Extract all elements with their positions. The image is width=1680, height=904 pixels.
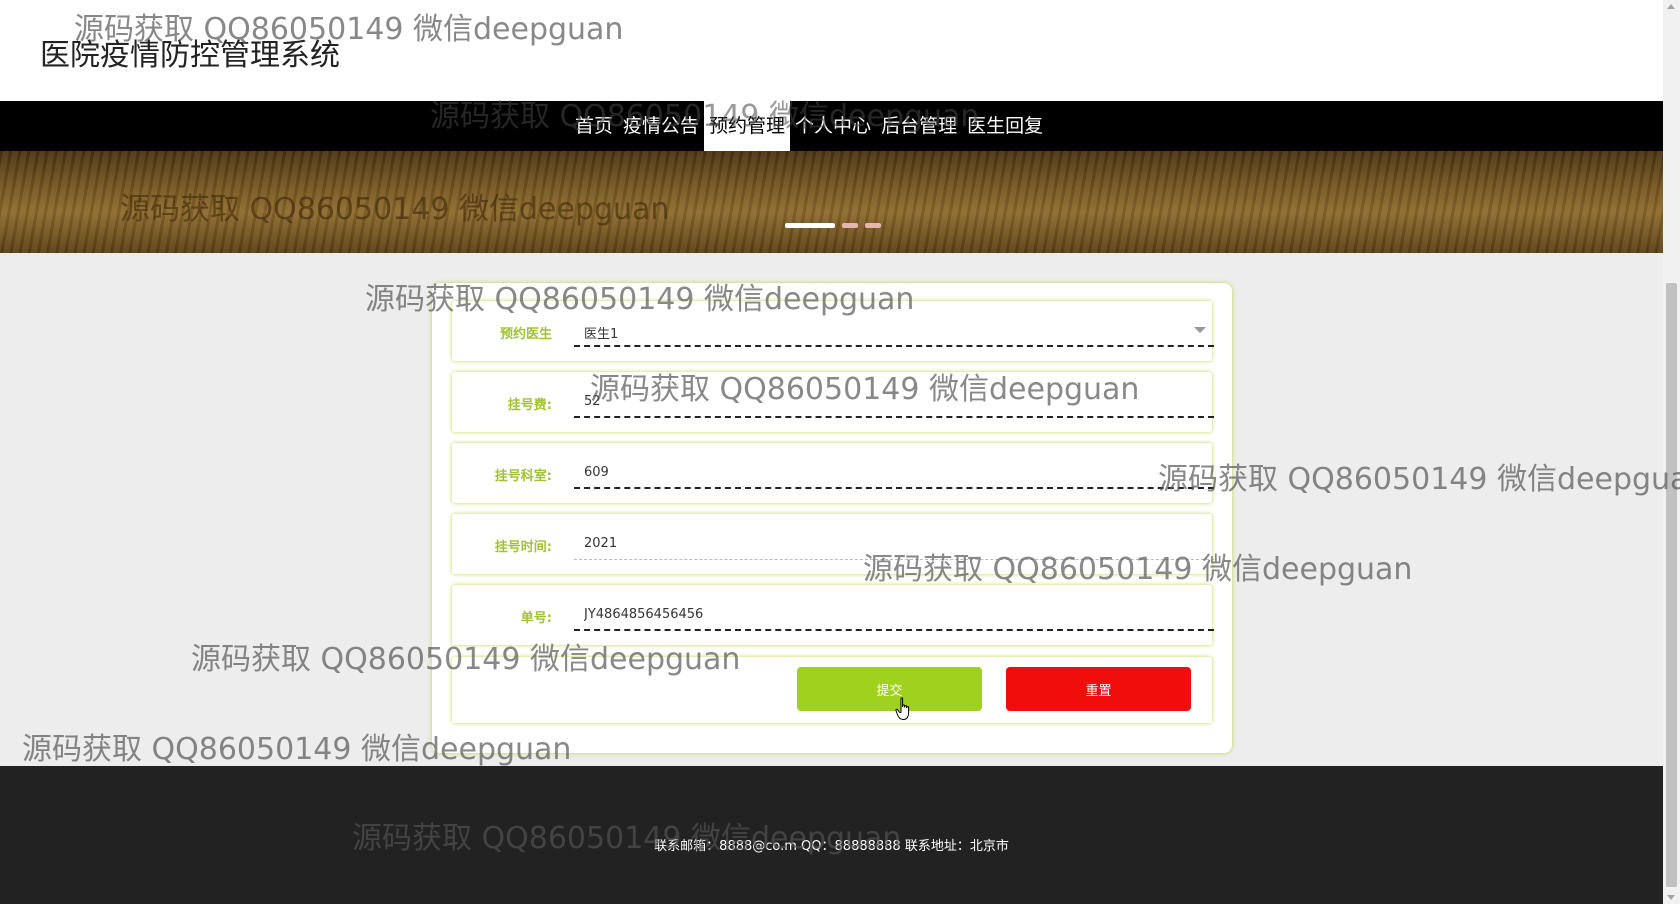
site-title: 医院疫情防控管理系统: [40, 38, 340, 73]
nav-list: 首页 疫情公告 预约管理 个人中心 后台管理 医生回复: [570, 101, 1048, 151]
scroll-up-arrow-icon[interactable]: [1667, 4, 1675, 9]
doctor-select[interactable]: 医生1: [574, 315, 1214, 347]
header: 医院疫情防控管理系统: [0, 0, 1663, 101]
watermark: 源码获取 QQ86050149 微信deepguan: [1158, 462, 1680, 497]
vertical-scrollbar[interactable]: [1663, 0, 1680, 904]
submit-button[interactable]: 提交: [797, 667, 982, 711]
time-input[interactable]: [574, 528, 1214, 560]
hand-cursor-icon: [895, 697, 910, 721]
carousel-dot-1[interactable]: [785, 223, 835, 228]
nav-item-doctor-reply[interactable]: 医生回复: [962, 101, 1048, 151]
carousel-dot-3[interactable]: [865, 223, 881, 228]
banner-carousel: [0, 151, 1663, 253]
scroll-down-arrow-icon[interactable]: [1667, 895, 1675, 900]
department-input[interactable]: [574, 457, 1214, 489]
department-label: 挂号科室:: [494, 469, 552, 484]
department-row: 挂号科室:: [452, 443, 1214, 503]
nav-item-announcements[interactable]: 疫情公告: [618, 101, 704, 151]
time-label: 挂号时间:: [494, 540, 552, 555]
fee-label: 挂号费:: [507, 398, 552, 413]
doctor-row: 预约医生 医生1: [452, 301, 1214, 361]
form-actions: 提交 重置: [452, 657, 1212, 723]
footer-contact-text: 联系邮箱：8888@co.m QQ：88888888 联系地址：北京市: [654, 839, 1009, 854]
carousel-dot-2[interactable]: [842, 223, 858, 228]
nav-bar: 首页 疫情公告 预约管理 个人中心 后台管理 医生回复: [0, 101, 1663, 151]
nav-item-appointments[interactable]: 预约管理: [704, 101, 791, 151]
footer: 联系邮箱：8888@co.m QQ：88888888 联系地址：北京市: [0, 766, 1663, 904]
time-row: 挂号时间:: [452, 514, 1214, 574]
fee-input[interactable]: [574, 386, 1214, 418]
scrollbar-thumb[interactable]: [1666, 283, 1677, 887]
doctor-select-value: 医生1: [584, 327, 619, 342]
chevron-down-icon: [1194, 327, 1206, 333]
appointment-form: 预约医生 医生1 挂号费: 挂号科室: 挂号时间: 单号: 提交 重置: [432, 283, 1232, 753]
reset-button[interactable]: 重置: [1006, 667, 1191, 711]
fee-row: 挂号费:: [452, 372, 1214, 432]
order-number-row: 单号:: [452, 585, 1214, 645]
order-number-input[interactable]: [574, 599, 1214, 631]
doctor-label: 预约医生: [499, 327, 552, 342]
nav-item-admin[interactable]: 后台管理: [876, 101, 962, 151]
order-number-label: 单号:: [520, 611, 552, 626]
nav-item-personal-center[interactable]: 个人中心: [790, 101, 876, 151]
nav-item-home[interactable]: 首页: [570, 101, 618, 151]
carousel-indicators: [785, 223, 881, 228]
